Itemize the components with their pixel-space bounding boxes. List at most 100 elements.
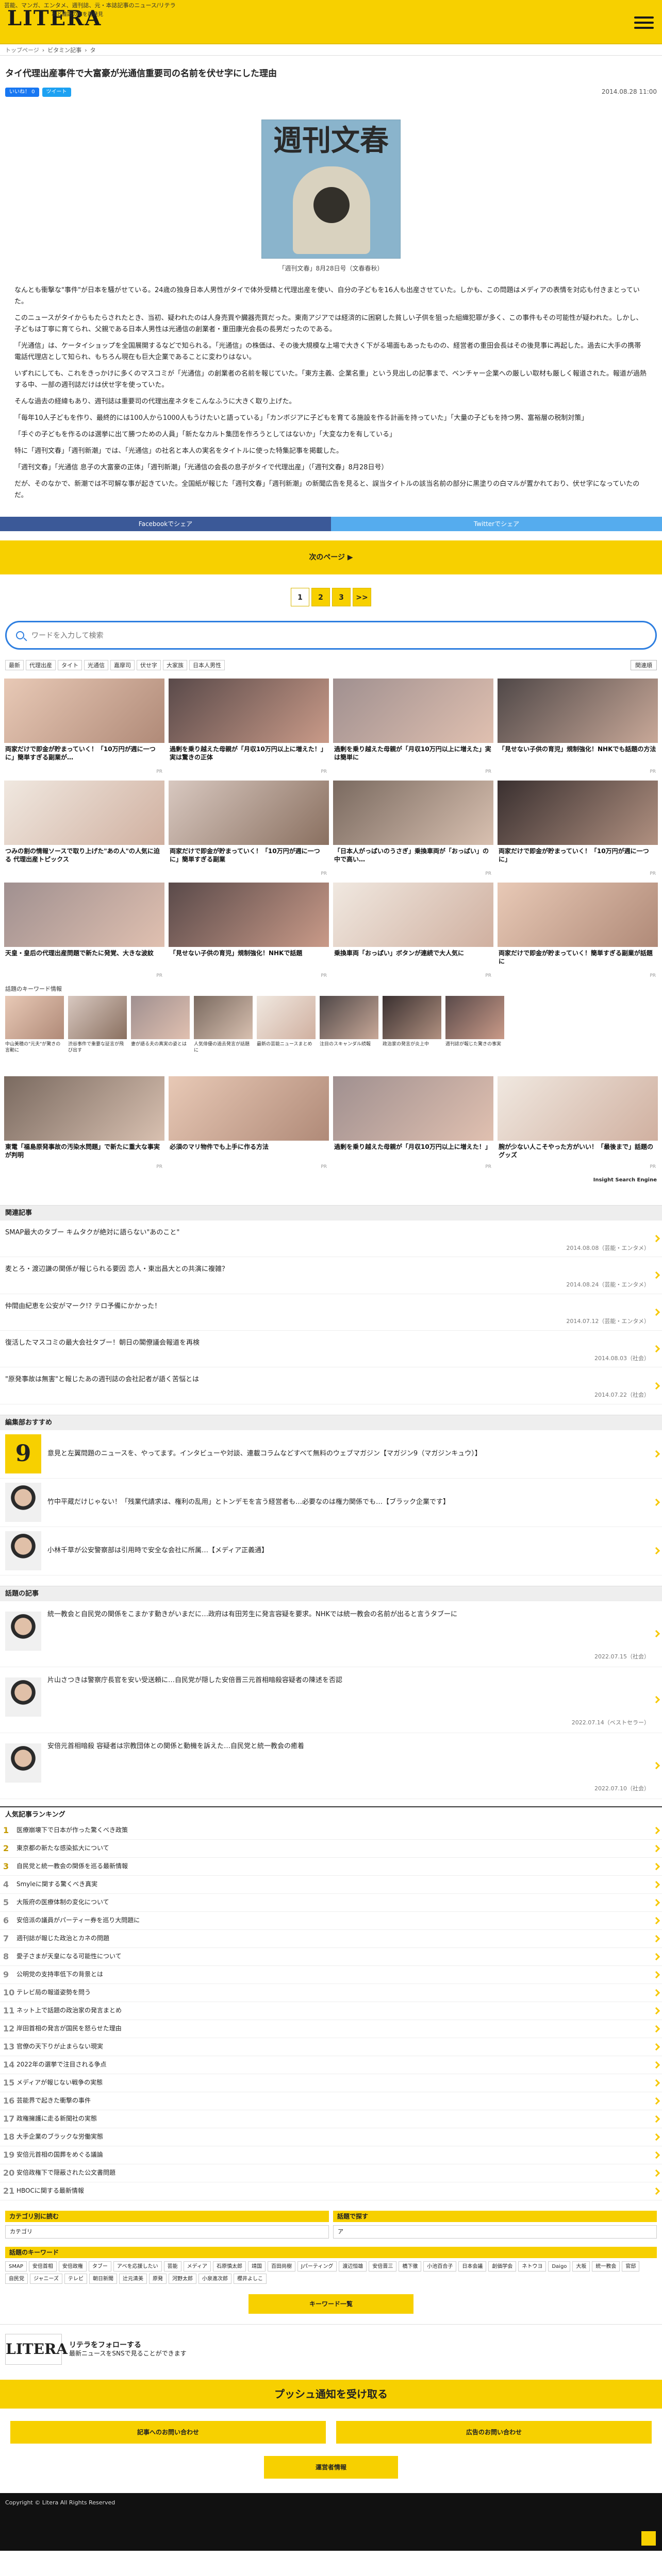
tweet-button[interactable]: ツイート [42,88,71,97]
ad-card[interactable]: 腕が少ない人こそやった方がいい！「最後まで」話題のグッズ PR [498,1076,658,1172]
ranking-item[interactable]: 7 週刊誌が報じた政治とカネの問題 [0,1930,662,1948]
keyword-tag[interactable]: 橋下徹 [399,2261,422,2272]
keyword-tag[interactable]: ジャニーズ [30,2273,62,2284]
tag[interactable]: 嘉摩司 [110,660,135,671]
page-next[interactable]: >> [353,588,371,607]
keyword-tag[interactable]: 大坂 [572,2261,590,2272]
tag[interactable]: 最新 [5,660,24,671]
ranking-item[interactable]: 15 メディアが報じない戦争の実態 [0,2074,662,2092]
sponsored-card[interactable]: 両家だけで即金が貯まっていく！「10万円が週に一つに」簡単すぎる副業が… PR [4,679,164,776]
keyword-tag[interactable]: 百田尚樹 [267,2261,295,2272]
ad-card[interactable]: 過剰を乗り越えた母親が「月収10万円以上に増えた！」 PR [333,1076,493,1172]
push-notification-button[interactable]: プッシュ通知を受け取る [0,2379,662,2409]
search-input[interactable] [7,622,655,649]
keyword-tag[interactable]: SMAP [5,2261,27,2272]
recommend-item[interactable]: 渋谷事件で重要な証言が飛び出す [68,995,127,1068]
recommend-item[interactable]: 注目のスキャンダル続報 [320,995,378,1068]
keyword-tag[interactable]: Daigo [548,2261,571,2272]
keyword-list-button[interactable]: キーワード一覧 [249,2294,413,2314]
sponsored-card[interactable]: 両家だけで即金が貯まっていく！「10万円が週に一つに」 PR [498,781,658,878]
keyword-tag[interactable]: Jパーティング [297,2261,337,2272]
keyword-tag[interactable]: 安倍首相 [28,2261,57,2272]
keyword-tag[interactable]: 日本会議 [458,2261,487,2272]
topic-item[interactable]: 統一教会と自民党の関係をこまかす動きがいまだに…政府は有田芳生に発言容疑を要求。… [0,1601,662,1667]
category-select[interactable]: カテゴリ [5,2225,329,2239]
sponsored-card[interactable]: 過剰を乗り越えた母親が「月収10万円以上に増えた！」実は驚きの正体 PR [169,679,329,776]
insight-search-label[interactable]: Insight Search Engine [0,1172,662,1195]
ranking-item[interactable]: 4 Smyleに関する驚くべき真実 [0,1876,662,1894]
page-2[interactable]: 2 [311,588,330,607]
keyword-tag[interactable]: 石原慎太郎 [212,2261,246,2272]
sponsored-card[interactable]: 「見せない子供の育児」規制強化！NHKで話題 PR [169,883,329,980]
back-to-top-button[interactable] [641,2531,656,2546]
keyword-tag[interactable]: 渡辺恒雄 [339,2261,367,2272]
ranking-item[interactable]: 5 大阪府の医療体制の変化について [0,1894,662,1912]
recommend-item[interactable]: 最新の芸能ニュースまとめ [257,995,316,1068]
sponsored-card[interactable]: 乗換車両「おっぱい」ボタンが連続で大人気に PR [333,883,493,980]
sponsored-card[interactable]: 「見せない子供の育児」規制強化！NHKでも話題の方法 PR [498,679,658,776]
breadcrumb-home[interactable]: トップページ [5,46,39,54]
recommend-item[interactable]: 妻が語る夫の真実の姿とは [131,995,190,1068]
keyword-tag[interactable]: 官邸 [622,2261,640,2272]
tag[interactable]: 代理出産 [26,660,56,671]
sponsored-card[interactable]: 天皇・皇后の代理出産問題で新たに発覚、大きな波紋 PR [4,883,164,980]
keyword-tag[interactable]: 創価学会 [488,2261,517,2272]
recommend-item[interactable]: 人気俳優の過去発言が話題に [194,995,253,1068]
ranking-item[interactable]: 1 医療崩壊下で日本が作った驚くべき政策 [0,1822,662,1840]
sort-select[interactable]: 関連順 [631,660,657,671]
keyword-tag[interactable]: 原発 [149,2273,167,2284]
keyword-tag[interactable]: メディア [183,2261,211,2272]
keyword-tag[interactable]: タブー [88,2261,111,2272]
ranking-item[interactable]: 17 政権擁護に走る新聞社の実態 [0,2110,662,2128]
ranking-item[interactable]: 21 HBOCに関する最新情報 [0,2182,662,2200]
related-item[interactable]: 仲間由紀恵を公安がマーク!? テロ予備にかかった！ 2014.07.12（芸能・エ… [0,1294,662,1331]
keyword-tag[interactable]: 靖国 [247,2261,266,2272]
twitter-share-button[interactable]: Twitterでシェア [331,517,662,532]
site-logo[interactable]: LITERA [7,7,102,30]
tag[interactable]: 日本人男性 [189,660,225,671]
facebook-like-button[interactable]: いいね！ 0 [5,88,39,97]
company-info-button[interactable]: 運営者情報 [264,2455,398,2479]
breadcrumb-category[interactable]: ビタミン記事 [47,46,81,54]
recommend-item[interactable]: 週刊誌が報じた驚きの事実 [445,995,504,1068]
keyword-tag[interactable]: テレビ [64,2273,87,2284]
sponsored-card[interactable]: つみの割の情報ソースで取り上げた"あの人"の人気に迫る 代理出産トピックス [4,781,164,878]
ranking-item[interactable]: 16 芸能界で起きた衝撃の事件 [0,2092,662,2110]
facebook-share-button[interactable]: Facebookでシェア [0,517,331,532]
ranking-item[interactable]: 13 官僚の天下りが止まらない現実 [0,2038,662,2056]
related-item[interactable]: SMAP最大のタブー キムタクが絶対に語らない"あのこと" 2014.08.08（… [0,1221,662,1258]
keyword-tag[interactable]: 安倍晋三 [369,2261,397,2272]
next-page-button[interactable]: 次のページ ▶ [0,540,662,575]
ad-card[interactable]: 必須のマリ物件でも上手に作る方法 PR [169,1076,329,1172]
sponsored-card[interactable]: 両家だけで即金が貯まっていく！「10万円が週に一つに」簡単すぎる副業 PR [169,781,329,878]
tag[interactable]: タイト [58,660,82,671]
editor-pick-item[interactable]: 竹中平蔵だけじゃない！「残業代請求は、権利の乱用」とトンデモを言う経営者も…必要… [0,1479,662,1527]
ranking-item[interactable]: 18 大手企業のブラックな労働実態 [0,2128,662,2146]
keyword-tag[interactable]: 自民党 [5,2273,28,2284]
related-item[interactable]: 麦とろ・渡辺謙の関係が報じられる要因 恋人・東出昌大との共演に複雑？ 2014.0… [0,1257,662,1294]
ranking-item[interactable]: 9 公明党の支持率低下の背景とは [0,1966,662,1984]
keyword-tag[interactable]: 朝日新聞 [89,2273,117,2284]
tag[interactable]: 伏せ字 [137,660,161,671]
keyword-tag[interactable]: アベを応援したい [113,2261,162,2272]
article-contact-button[interactable]: 記事へのお問い合わせ [10,2420,326,2444]
keyword-tag[interactable]: 辻元清美 [119,2273,147,2284]
ranking-item[interactable]: 3 自民党と統一教会の関係を巡る最新情報 [0,1858,662,1876]
keyword-tag[interactable]: 河野太郎 [169,2273,196,2284]
sponsored-card[interactable]: 両家だけで即金が貯まっていく！簡単すぎる副業が話題に PR [498,883,658,980]
sponsored-card[interactable]: 過剰を乗り越えた母親が「月収10万円以上に増えた」実は簡単に PR [333,679,493,776]
topic-search-select[interactable]: ア [333,2225,657,2239]
keyword-tag[interactable]: ネトウヨ [518,2261,547,2272]
editor-pick-item[interactable]: 9 意見と左翼問題のニュースを、やってます。インタビューや対談、連載コラムなどすべ… [0,1430,662,1479]
tag[interactable]: 光通信 [84,660,108,671]
ranking-item[interactable]: 11 ネット上で話題の政治家の発言まとめ [0,2002,662,2020]
ranking-item[interactable]: 20 安倍政権下で隠蔽された公文書問題 [0,2164,662,2182]
ad-contact-button[interactable]: 広告のお問い合わせ [336,2420,652,2444]
topic-item[interactable]: 片山さつきは警察庁長官を安い受送頼に…自民党が隠した安倍晋三元首相暗殺容疑者の陳… [0,1667,662,1733]
related-item[interactable]: "原発事故は無害"と報じたあの週刊誌の会社記者が語く苦悩とは 2014.07.22… [0,1367,662,1404]
ranking-item[interactable]: 2 東京都の新たな感染拡大について [0,1840,662,1858]
keyword-tag[interactable]: 小泉進次郎 [198,2273,231,2284]
hamburger-menu-icon[interactable] [634,13,654,30]
keyword-tag[interactable]: 小池百合子 [423,2261,457,2272]
ranking-item[interactable]: 10 テレビ局の報道姿勢を問う [0,1984,662,2002]
